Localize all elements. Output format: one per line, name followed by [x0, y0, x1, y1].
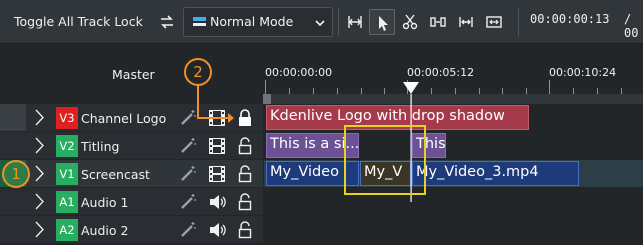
ruler-label: 00:00:05:12 — [407, 66, 475, 79]
selection-rectangle — [344, 125, 426, 195]
chevron-right-icon[interactable] — [32, 160, 46, 187]
speaker-icon[interactable] — [207, 192, 227, 212]
track-row-a2: A2 Audio 2 — [0, 216, 643, 244]
effect-wand-icon[interactable] — [178, 220, 198, 240]
razor-tool-button[interactable] — [397, 9, 423, 35]
effect-wand-icon[interactable] — [178, 192, 198, 212]
slip-tool-icon — [430, 17, 446, 27]
track-name[interactable]: Channel Logo — [81, 111, 166, 126]
spacer-tool-button[interactable] — [342, 9, 368, 35]
lock-open-icon[interactable] — [235, 164, 255, 184]
lock-closed-icon[interactable] — [235, 108, 255, 128]
zone-marker[interactable] — [263, 94, 271, 104]
annotation-marker: 2 — [184, 58, 212, 86]
film-icon[interactable] — [207, 136, 227, 156]
annotation-marker: 1 — [2, 160, 30, 188]
track-badge: A2 — [56, 219, 78, 241]
track-badge: A1 — [56, 191, 78, 213]
track-badge: V3 — [56, 107, 78, 129]
ruler-label: 00:00:10:24 — [549, 66, 617, 79]
track-row-a1: A1 Audio 1 — [0, 188, 643, 216]
track-name[interactable]: Screencast — [81, 167, 150, 182]
swap-icon — [158, 12, 176, 32]
lock-open-icon[interactable] — [235, 136, 255, 156]
chevron-right-icon[interactable] — [32, 188, 46, 215]
zone-strip[interactable] — [263, 94, 643, 104]
annotation-arrow — [197, 84, 234, 123]
ruler-label: 00:00:00:00 — [265, 66, 333, 79]
track-handle[interactable] — [0, 104, 26, 131]
timeline-mode-select[interactable]: Normal Mode — [183, 7, 333, 37]
track-lane[interactable] — [264, 188, 643, 215]
effect-wand-icon[interactable] — [178, 164, 198, 184]
chevron-down-icon — [315, 20, 325, 27]
ripple-tool-button[interactable] — [453, 9, 479, 35]
chevron-right-icon[interactable] — [32, 216, 46, 243]
lock-open-icon[interactable] — [235, 220, 255, 240]
track-name[interactable]: Titling — [81, 139, 119, 154]
lock-open-icon[interactable] — [235, 192, 255, 212]
pointer-icon — [379, 16, 388, 31]
track-lane[interactable] — [264, 216, 643, 243]
track-name[interactable]: Audio 1 — [81, 195, 128, 210]
slip-tool-button[interactable] — [425, 9, 451, 35]
track-badge: V2 — [56, 135, 78, 157]
roll-tool-button[interactable] — [481, 9, 507, 35]
ripple-tool-icon — [459, 17, 473, 27]
clip-label: My_Video_3.mp4 — [416, 164, 539, 180]
master-label[interactable]: Master — [112, 67, 155, 82]
track-name[interactable]: Audio 2 — [81, 223, 128, 238]
timecode-display[interactable]: 00:00:00:13 — [530, 12, 609, 26]
spacer-tool-icon — [348, 16, 362, 28]
track-badge: V1 — [56, 163, 78, 185]
track-row-v3: V3 Channel Logo Kdenlive Logo with drop … — [0, 104, 643, 132]
speaker-icon[interactable] — [207, 220, 227, 240]
clip-video-3[interactable]: My_Video_3.mp4 — [412, 161, 579, 186]
track-row-v1: V1 Screencast My_Video My_V My_Video_3.m… — [0, 160, 643, 188]
track-row-v2: V2 Titling This is a si... This — [0, 132, 643, 160]
timecode-duration: / 00 — [624, 12, 639, 40]
select-tool-button[interactable] — [369, 9, 395, 35]
chevron-right-icon[interactable] — [32, 104, 46, 131]
normal-mode-icon — [193, 17, 206, 26]
scissors-icon — [402, 14, 418, 30]
roll-tool-icon — [486, 16, 502, 28]
mode-label: Normal Mode — [210, 14, 294, 29]
film-icon[interactable] — [207, 164, 227, 184]
clip-label: Kdenlive Logo with drop shadow — [270, 108, 505, 124]
toggle-all-track-lock-button[interactable]: Toggle All Track Lock — [6, 8, 151, 36]
chevron-right-icon[interactable] — [32, 132, 46, 159]
effect-wand-icon[interactable] — [178, 136, 198, 156]
clip-label: My_Video — [270, 164, 339, 180]
